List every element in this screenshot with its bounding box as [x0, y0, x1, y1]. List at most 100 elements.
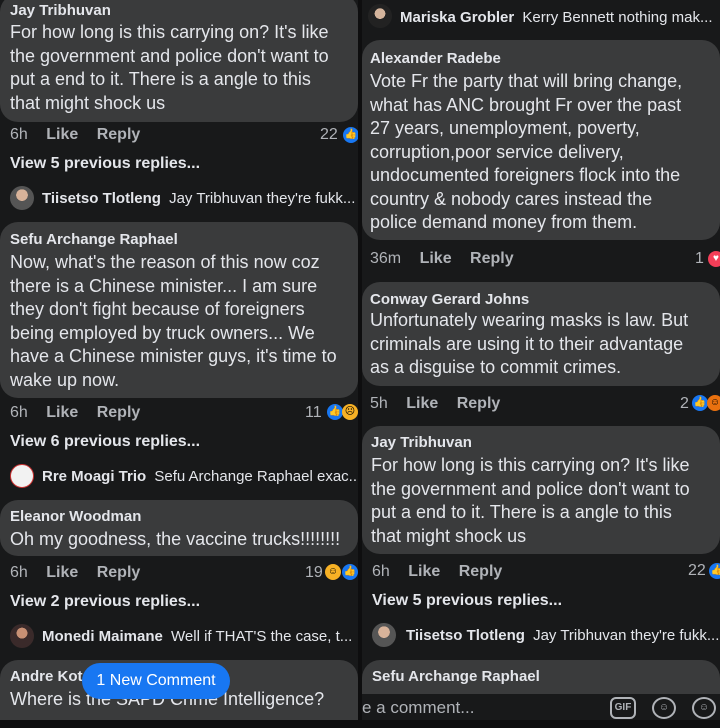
comment-actions: 6h Like Reply: [372, 563, 516, 581]
comment-time: 6h: [372, 563, 390, 580]
commenter-name[interactable]: Jay Tribhuvan: [371, 434, 472, 451]
reaction-count[interactable]: 1: [695, 250, 704, 268]
reply-snippet: Well if THAT'S the case, t...: [171, 628, 353, 645]
comment-time: 36m: [370, 250, 402, 267]
comment-line: they don't fight because of foreigners: [10, 299, 305, 319]
like-reaction-icon: 👍: [342, 564, 358, 580]
comment-line: the government and police don't want to: [10, 45, 329, 66]
latest-reply-preview[interactable]: Tiisetso Tlotleng Jay Tribhuvan they're …: [42, 190, 355, 207]
reply-snippet: Kerry Bennett nothing mak...: [522, 9, 713, 26]
reaction-count-value: 1: [695, 250, 704, 267]
view-previous-replies-link[interactable]: View 6 previous replies...: [10, 433, 200, 451]
comment-line: police demand money from them.: [370, 212, 638, 232]
like-button[interactable]: Like: [406, 395, 438, 412]
view-previous-replies-link[interactable]: View 5 previous replies...: [10, 155, 200, 173]
reaction-count[interactable]: 2: [680, 395, 689, 413]
comment-actions: 36m Like Reply: [370, 250, 528, 268]
comment-line: what has ANC brought Fr over the past: [370, 94, 682, 115]
comment-time: 5h: [370, 395, 388, 412]
gif-icon[interactable]: GIF: [610, 697, 636, 719]
comment-line: wake up now.: [10, 369, 120, 390]
reply-button[interactable]: Reply: [97, 126, 141, 143]
comment-bubble[interactable]: Conway Gerard Johns Unfortunately wearin…: [362, 282, 720, 386]
reply-snippet: Jay Tribhuvan they're fukk...: [533, 627, 720, 644]
love-reaction-icon: ♥: [708, 251, 720, 267]
comment-line: For how long is this carrying on? It's l…: [10, 22, 329, 42]
commenter-name[interactable]: Eleanor Woodman: [10, 508, 141, 525]
reaction-count[interactable]: 22: [320, 126, 338, 144]
latest-reply-preview[interactable]: Mariska Grobler Kerry Bennett nothing ma…: [400, 9, 713, 26]
reply-author: Rre Moagi Trio: [42, 468, 147, 485]
comment-bubble[interactable]: Eleanor Woodman Oh my goodness, the vacc…: [0, 500, 358, 556]
commenter-name[interactable]: Andre Kot: [10, 668, 83, 685]
reply-author: Tiisetso Tlotleng: [406, 627, 525, 644]
comment-line: Vote Fr the party that will bring change…: [370, 71, 683, 91]
comment-line: 27 years, unemployment, poverty,: [370, 118, 640, 138]
comment-bubble[interactable]: Alexander Radebe Vote Fr the party that …: [362, 40, 720, 240]
comment-bubble[interactable]: Sefu Archange Raphael Now, what's the re…: [0, 222, 358, 398]
reaction-count[interactable]: 22: [688, 562, 706, 580]
like-button[interactable]: Like: [408, 563, 440, 580]
like-button[interactable]: Like: [46, 564, 78, 581]
reaction-count-value: 2: [680, 395, 689, 412]
commenter-name[interactable]: Conway Gerard Johns: [370, 291, 529, 308]
comment-line: put a end to it. There is a angle to thi…: [10, 69, 311, 89]
reaction-count[interactable]: 19: [305, 564, 323, 582]
comment-composer: e a comment... GIF ☺ ☺: [362, 694, 720, 720]
view-previous-replies-link[interactable]: View 2 previous replies...: [10, 593, 200, 611]
comment-bubble[interactable]: Jay Tribhuvan For how long is this carry…: [0, 0, 358, 122]
like-reaction-icon: 👍: [692, 395, 708, 411]
avatar[interactable]: [372, 623, 396, 647]
avatar[interactable]: [10, 186, 34, 210]
comment-line: Oh my goodness, the vaccine trucks!!!!!!…: [10, 529, 341, 549]
comment-line: have a Chinese minister guys, it's time …: [10, 346, 337, 366]
latest-reply-preview[interactable]: Rre Moagi Trio Sefu Archange Raphael exa…: [42, 468, 358, 485]
comment-actions: 5h Like Reply: [370, 395, 514, 413]
comment-line: Now, what's the reason of this now coz: [10, 252, 320, 272]
comment-line: there is a Chinese minister... I am sure: [10, 275, 318, 296]
like-button[interactable]: Like: [420, 250, 452, 267]
comment-bubble[interactable]: Jay Tribhuvan For how long is this carry…: [362, 426, 720, 554]
commenter-name[interactable]: Sefu Archange Raphael: [372, 668, 540, 685]
reply-button[interactable]: Reply: [97, 564, 141, 581]
left-comments-panel: Jay Tribhuvan For how long is this carry…: [0, 0, 358, 720]
comment-actions: 6h Like Reply: [10, 404, 154, 422]
comment-line: put a end to it. There is a angle to thi…: [371, 502, 672, 522]
avatar[interactable]: [10, 464, 34, 488]
comment-input[interactable]: e a comment...: [362, 698, 602, 728]
commenter-name[interactable]: Alexander Radebe: [370, 50, 501, 67]
reply-author: Monedi Maimane: [42, 628, 163, 645]
comment-line: the government and police don't want to: [371, 478, 690, 499]
like-reaction-icon: 👍: [327, 404, 343, 420]
latest-reply-preview[interactable]: Tiisetso Tlotleng Jay Tribhuvan they're …: [406, 627, 719, 644]
avatar[interactable]: [10, 624, 34, 648]
commenter-name[interactable]: Jay Tribhuvan: [10, 2, 111, 19]
view-previous-replies-link[interactable]: View 5 previous replies...: [372, 592, 562, 610]
comment-line: criminals are using it to their advantag…: [370, 333, 684, 354]
sticker-icon[interactable]: ☺: [652, 697, 676, 719]
avatar[interactable]: [368, 4, 392, 28]
comment-line: being employed by truck owners... We: [10, 322, 315, 343]
like-button[interactable]: Like: [46, 404, 78, 421]
comment-text: Now, what's the reason of this now coz t…: [10, 251, 337, 392]
reply-button[interactable]: Reply: [457, 395, 501, 412]
comment-text: For how long is this carrying on? It's l…: [371, 454, 690, 548]
comment-time: 6h: [10, 564, 28, 581]
reaction-count[interactable]: 11: [305, 404, 322, 422]
like-reaction-icon: 👍: [709, 563, 720, 579]
new-comment-pill[interactable]: 1 New Comment: [82, 663, 230, 699]
reply-author: Tiisetso Tlotleng: [42, 190, 161, 207]
commenter-name[interactable]: Sefu Archange Raphael: [10, 231, 178, 248]
comment-line: undocumented foreigners flock into the: [370, 165, 681, 185]
latest-reply-preview[interactable]: Monedi Maimane Well if THAT'S the case, …: [42, 628, 352, 645]
sad-reaction-icon: ☹: [342, 404, 358, 420]
reply-button[interactable]: Reply: [459, 563, 503, 580]
reply-button[interactable]: Reply: [470, 250, 514, 267]
emoji-icon[interactable]: ☺: [692, 697, 716, 719]
reply-snippet: Jay Tribhuvan they're fukk...: [169, 190, 356, 207]
reaction-count-value: 19: [305, 564, 323, 581]
reply-button[interactable]: Reply: [97, 404, 141, 421]
comment-text: Oh my goodness, the vaccine trucks!!!!!!…: [10, 528, 340, 552]
like-button[interactable]: Like: [46, 126, 78, 143]
reply-author: Mariska Grobler: [400, 9, 515, 26]
